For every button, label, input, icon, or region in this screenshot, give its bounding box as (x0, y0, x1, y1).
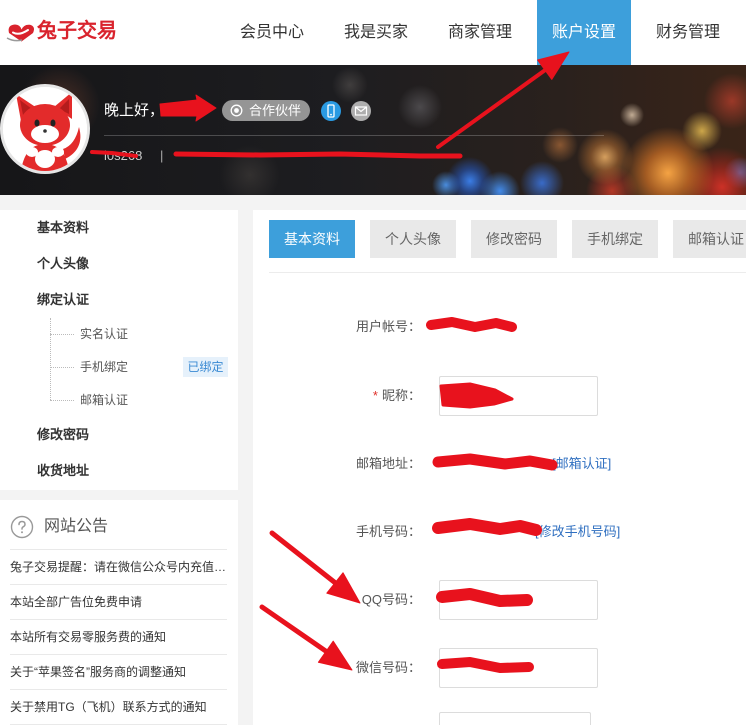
nav-item-buyer[interactable]: 我是买家 (329, 0, 423, 65)
sidebar-item-binding[interactable]: 绑定认证 (37, 290, 89, 310)
sidebar-item-change-password[interactable]: 修改密码 (37, 425, 89, 445)
tab-phone-binding[interactable]: 手机绑定 (572, 220, 658, 258)
tab-basic-info[interactable]: 基本资料 (269, 220, 355, 258)
announcement-item[interactable]: 兔子交易提醒：请在微信公众号内充值… (10, 558, 227, 576)
divider (10, 654, 227, 655)
divider (10, 619, 227, 620)
avatar[interactable] (0, 84, 90, 174)
partner-icon (230, 104, 243, 117)
nickname-input[interactable] (439, 376, 598, 416)
tree-branch (50, 367, 74, 368)
nav-item-merchant[interactable]: 商家管理 (433, 0, 527, 65)
tab-avatar[interactable]: 个人头像 (370, 220, 456, 258)
info-separator: | (160, 148, 164, 163)
partner-badge-label: 合作伙伴 (249, 103, 302, 118)
tab-divider (269, 272, 746, 273)
announcement-title: 网站公告 (44, 518, 109, 535)
change-phone-link[interactable]: [修改手机号码] (535, 522, 620, 542)
account-sidebar: 基本资料 个人头像 绑定认证 实名认证 手机绑定 已绑定 邮箱认证 修改密码 收… (0, 210, 238, 490)
sidebar-item-address[interactable]: 收货地址 (37, 461, 89, 481)
divider (10, 549, 227, 550)
qq-input[interactable] (439, 580, 598, 620)
tab-email-verify[interactable]: 邮箱认证 (673, 220, 746, 258)
nav-item-member-center[interactable]: 会员中心 (225, 0, 319, 65)
sidebar-item-email-verify[interactable]: 邮箱认证 (80, 390, 128, 410)
banner-divider (104, 135, 604, 136)
announcement-item[interactable]: 关于禁用TG（飞机）联系方式的通知 (10, 698, 227, 716)
sidebar-item-basic-info[interactable]: 基本资料 (37, 218, 89, 238)
wechat-label: 微信号码： (355, 660, 421, 675)
mail-icon[interactable] (351, 101, 371, 121)
divider (10, 689, 227, 690)
logo-text: 兔子交易 (37, 20, 117, 42)
next-field-input[interactable] (439, 712, 591, 725)
nickname-label-text: 昵称： (381, 388, 421, 403)
account-label: 用户帐号： (355, 319, 421, 334)
user-id: l0s268 (104, 148, 143, 163)
phone-icon[interactable] (321, 101, 341, 121)
announcement-item[interactable]: 关于“苹果签名”服务商的调整通知 (10, 663, 227, 681)
profile-banner: 晚上好， 合作伙伴 l0s268 | (0, 65, 746, 195)
nickname-label: * 昵称： (293, 386, 421, 406)
site-logo[interactable]: 兔子交易 (6, 14, 126, 50)
nav-item-account-settings[interactable]: 账户设置 (537, 0, 631, 65)
bound-status-badge: 已绑定 (183, 357, 228, 377)
main-content: 基本资料 个人头像 修改密码 手机绑定 邮箱认证 用户帐号： * 昵称： 邮箱地址… (253, 210, 746, 725)
tree-branch (50, 400, 74, 401)
tab-change-password[interactable]: 修改密码 (471, 220, 557, 258)
sidebar-item-avatar[interactable]: 个人头像 (37, 254, 89, 274)
tree-line (50, 318, 51, 400)
sidebar-item-phone-binding[interactable]: 手机绑定 (80, 357, 128, 377)
announcement-panel: 网站公告 兔子交易提醒：请在微信公众号内充值… 本站全部广告位免费申请 本站所有… (0, 500, 238, 725)
divider (10, 584, 227, 585)
wechat-input[interactable] (439, 648, 598, 688)
required-mark: * (372, 388, 378, 403)
announcement-item[interactable]: 本站全部广告位免费申请 (10, 593, 227, 611)
fox-avatar-image (3, 87, 87, 171)
email-label: 邮箱地址： (355, 456, 421, 471)
rabbit-handshake-icon (6, 21, 36, 43)
partner-badge: 合作伙伴 (222, 100, 310, 121)
top-header: 兔子交易 会员中心 我是买家 商家管理 账户设置 财务管理 (0, 0, 746, 65)
announcement-item[interactable]: 本站所有交易零服务费的通知 (10, 628, 227, 646)
phone-label: 手机号码： (355, 524, 421, 539)
greeting-text: 晚上好， (104, 102, 165, 119)
qq-label: QQ号码： (361, 592, 421, 607)
email-verify-link[interactable]: [邮箱认证] (552, 454, 611, 474)
sidebar-item-realname[interactable]: 实名认证 (80, 324, 128, 344)
tree-branch (50, 334, 74, 335)
question-circle-icon (10, 515, 34, 539)
nav-item-finance[interactable]: 财务管理 (641, 0, 735, 65)
